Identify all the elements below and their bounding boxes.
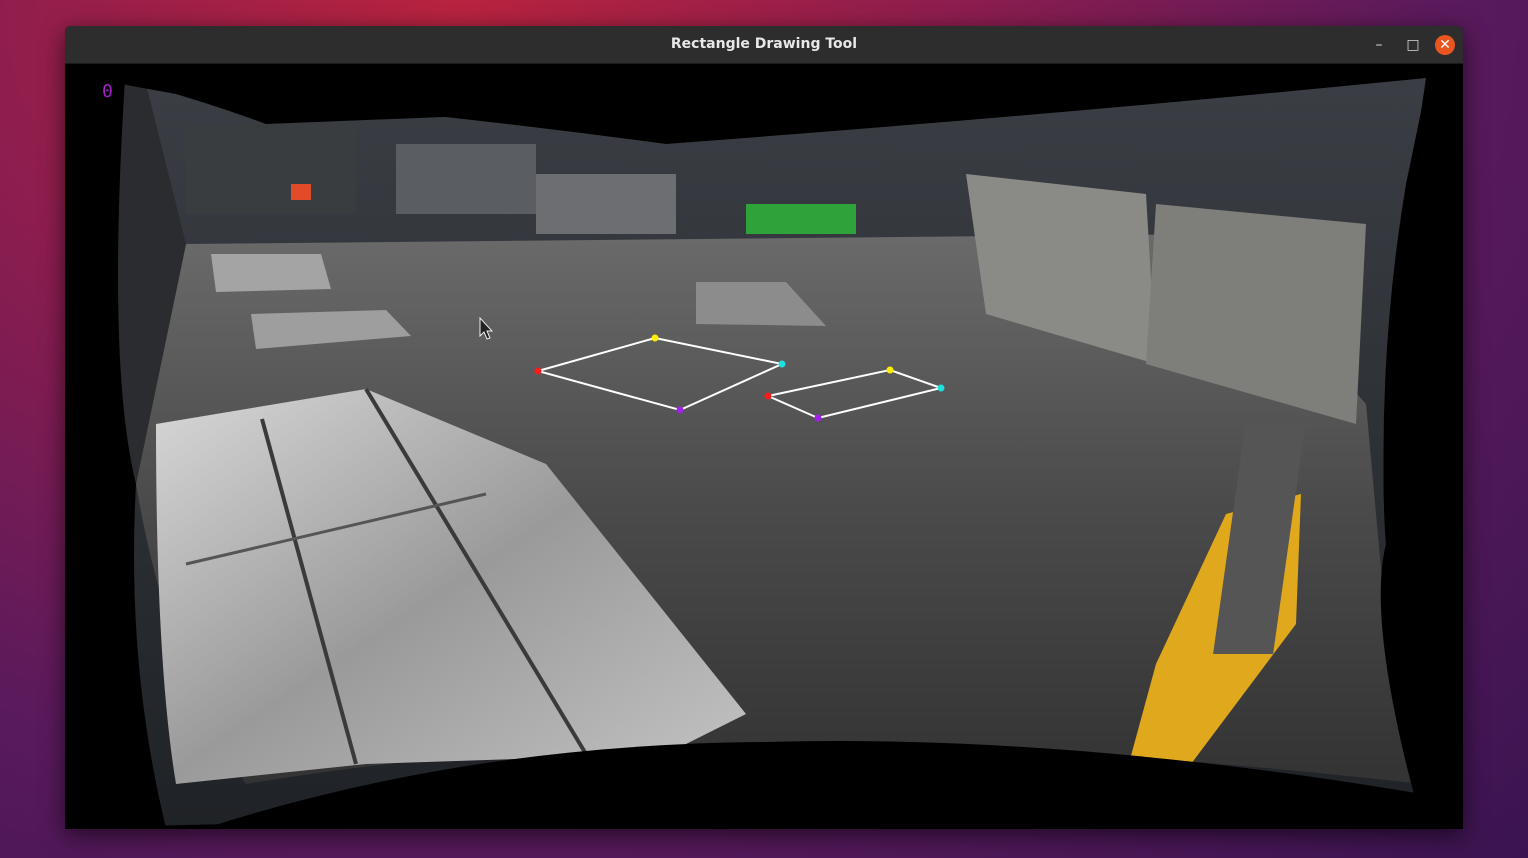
corner-point-cyan <box>778 360 786 368</box>
corner-point-purple <box>814 414 822 422</box>
corner-point-yellow <box>886 366 894 374</box>
app-window: Rectangle Drawing Tool – □ ✕ 0 <box>65 26 1463 829</box>
drawing-canvas[interactable]: 0 <box>66 64 1462 828</box>
factory-image <box>66 64 1462 828</box>
minimize-icon[interactable]: – <box>1369 35 1389 55</box>
maximize-icon[interactable]: □ <box>1403 35 1423 55</box>
corner-point-red <box>764 392 772 400</box>
close-icon[interactable]: ✕ <box>1435 35 1455 55</box>
window-title: Rectangle Drawing Tool <box>670 36 858 52</box>
corner-point-yellow <box>651 334 659 342</box>
rectangle-counter: 0 <box>102 81 113 102</box>
corner-point-purple <box>676 406 684 414</box>
title-bar[interactable]: Rectangle Drawing Tool – □ ✕ <box>65 26 1463 64</box>
corner-point-red <box>534 367 542 375</box>
corner-point-cyan <box>937 384 945 392</box>
camera-view[interactable] <box>66 64 1462 828</box>
